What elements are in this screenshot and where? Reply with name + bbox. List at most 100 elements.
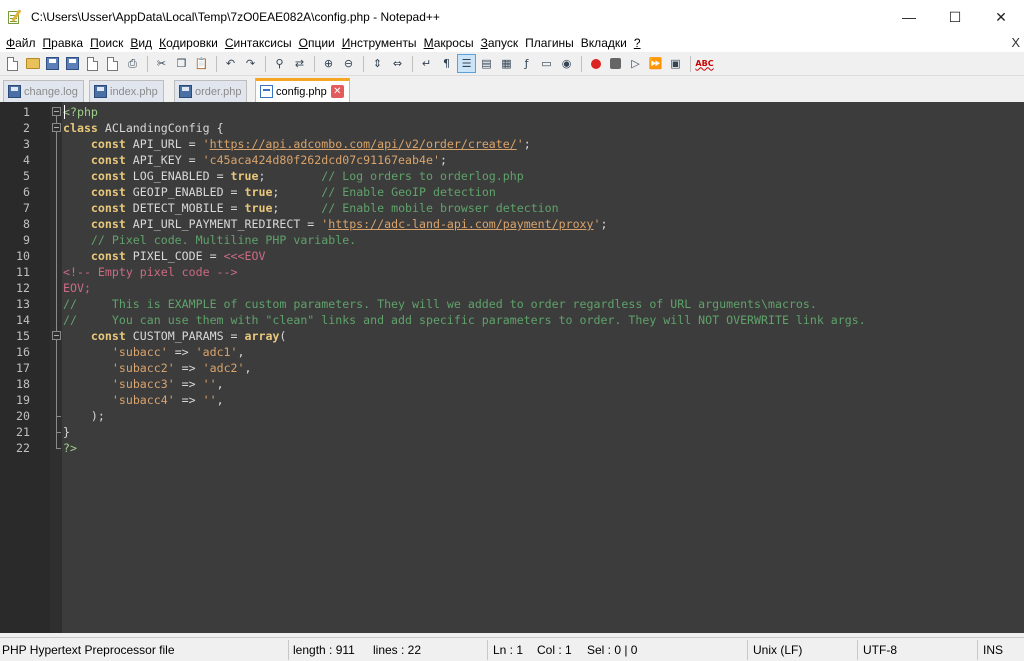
code-line[interactable]: } (63, 424, 70, 440)
code-line[interactable]: const PIXEL_CODE = <<<EOV (63, 248, 266, 264)
fold-end (56, 432, 61, 433)
menu-item[interactable]: ? (634, 36, 647, 50)
code-line[interactable]: const LOG_ENABLED = true; // Log orders … (63, 168, 524, 184)
spellcheck-icon[interactable]: ABC (695, 54, 714, 73)
save-icon[interactable] (43, 54, 62, 73)
tab-order-php[interactable]: order.php (174, 80, 248, 102)
save-macro-icon[interactable]: ▣ (666, 54, 685, 73)
line-number: 14 (16, 313, 30, 327)
line-number: 16 (16, 345, 30, 359)
stop-macro-icon[interactable] (606, 54, 625, 73)
tab-config-php[interactable]: config.php ✕ (255, 78, 350, 102)
sync-v-icon[interactable]: ⇕ (368, 54, 387, 73)
code-line[interactable]: ); (63, 408, 105, 424)
run-macro-multiple-icon[interactable]: ⏩ (646, 54, 665, 73)
code-area[interactable]: <?php class ACLandingConfig { const API_U… (62, 102, 1024, 633)
word-wrap-icon[interactable]: ↵ (417, 54, 436, 73)
zoom-in-icon[interactable]: ⊕ (319, 54, 338, 73)
doc-map-icon[interactable]: ▦ (497, 54, 516, 73)
menu-item[interactable]: Вкладки (581, 36, 633, 50)
code-line[interactable]: <!-- Empty pixel code --> (63, 264, 238, 280)
menu-item[interactable]: Плагины (525, 36, 580, 50)
replace-icon[interactable]: ⇄ (290, 54, 309, 73)
redo-icon[interactable]: ↷ (241, 54, 260, 73)
tab-index-php[interactable]: index.php (89, 80, 164, 102)
folder-workspace-icon[interactable]: ▭ (537, 54, 556, 73)
status-eol[interactable]: Unix (LF) (753, 641, 802, 659)
code-line[interactable]: 'subacc3' => '', (63, 376, 224, 392)
status-encoding[interactable]: UTF-8 (863, 641, 897, 659)
maximize-icon: ☐ (948, 8, 962, 25)
line-number: 11 (16, 265, 30, 279)
code-line[interactable]: const GEOIP_ENABLED = true; // Enable Ge… (63, 184, 496, 200)
close-all-icon[interactable] (103, 54, 122, 73)
line-number: 5 (23, 169, 30, 183)
tab-label: order.php (195, 85, 242, 98)
play-macro-icon[interactable]: ▷ (626, 54, 645, 73)
close-document-button[interactable]: X (1011, 35, 1020, 50)
code-line[interactable]: 'subacc2' => 'adc2', (63, 360, 252, 376)
record-macro-icon[interactable] (586, 54, 605, 73)
save-all-icon[interactable] (63, 54, 82, 73)
line-number: 3 (23, 137, 30, 151)
status-insert-mode[interactable]: INS (983, 641, 1003, 659)
menu-item[interactable]: Кодировки (159, 36, 224, 50)
file-icon (260, 85, 273, 98)
tab-change-log[interactable]: change.log (3, 80, 84, 102)
find-icon[interactable]: ⚲ (270, 54, 289, 73)
print-icon[interactable]: ⎙ (123, 54, 142, 73)
open-file-icon[interactable] (23, 54, 42, 73)
show-all-chars-icon[interactable]: ¶ (437, 54, 456, 73)
window-title: C:\Users\Usser\AppData\Local\Temp\7zO0EA… (31, 10, 440, 24)
fold-toggle-icon[interactable] (52, 107, 61, 116)
line-number: 21 (16, 425, 30, 439)
menu-item[interactable]: Опции (299, 36, 341, 50)
monitoring-icon[interactable]: ◉ (557, 54, 576, 73)
menu-item[interactable]: Файл (6, 36, 42, 50)
menu-item[interactable]: Синтаксисы (225, 36, 298, 50)
fold-toggle-icon[interactable] (52, 331, 61, 340)
code-line[interactable]: // This is EXAMPLE of custom parameters.… (63, 296, 817, 312)
code-line[interactable]: 'subacc4' => '', (63, 392, 224, 408)
line-number: 7 (23, 201, 30, 215)
paste-icon[interactable]: 📋 (192, 54, 211, 73)
menu-item[interactable]: Правка (43, 36, 90, 50)
close-icon[interactable] (83, 54, 102, 73)
menu-item[interactable]: Запуск (481, 36, 525, 50)
menu-item[interactable]: Макросы (424, 36, 480, 50)
tab-close-icon[interactable]: ✕ (330, 85, 344, 98)
menu-item[interactable]: Вид (130, 36, 158, 50)
code-line[interactable]: EOV; (63, 280, 91, 296)
minimize-button[interactable]: — (886, 0, 932, 34)
code-line[interactable]: <?php (63, 104, 98, 120)
code-line[interactable]: // You can use them with "clean" links a… (63, 312, 866, 328)
menu-item[interactable]: Инструменты (342, 36, 423, 50)
sync-h-icon[interactable]: ⇔ (388, 54, 407, 73)
udl-icon[interactable]: ▤ (477, 54, 496, 73)
status-bar: PHP Hypertext Preprocessor file length :… (0, 637, 1024, 661)
code-line[interactable]: const DETECT_MOBILE = true; // Enable mo… (63, 200, 559, 216)
indent-guide-icon[interactable]: ☰ (457, 54, 476, 73)
editor[interactable]: 1 2 3 4 5 6 7 8 9 10 11 12 13 14 15 16 17 18 19 20 21 22 <?ph… (0, 102, 1024, 633)
menu-item[interactable]: Поиск (90, 36, 129, 50)
fold-toggle-icon[interactable] (52, 123, 61, 132)
code-line[interactable]: // Pixel code. Multiline PHP variable. (63, 232, 356, 248)
code-line[interactable]: class ACLandingConfig { (63, 120, 224, 136)
code-line[interactable]: const API_URL_PAYMENT_REDIRECT = 'https:… (63, 216, 608, 232)
status-length: length : 911 (293, 643, 355, 657)
code-line[interactable]: const API_URL = 'https://api.adcombo.com… (63, 136, 531, 152)
code-line[interactable]: 'subacc' => 'adc1', (63, 344, 245, 360)
undo-icon[interactable]: ↶ (221, 54, 240, 73)
copy-icon[interactable]: ❐ (172, 54, 191, 73)
code-line[interactable]: ?> (63, 440, 77, 456)
function-list-icon[interactable]: ƒ (517, 54, 536, 73)
new-file-icon[interactable] (3, 54, 22, 73)
close-button[interactable]: ✕ (978, 0, 1024, 34)
code-line[interactable]: const CUSTOM_PARAMS = array( (63, 328, 286, 344)
code-line[interactable]: const API_KEY = 'c45aca424d80f262dcd07c9… (63, 152, 447, 168)
zoom-out-icon[interactable]: ⊖ (339, 54, 358, 73)
tab-label: config.php (276, 85, 327, 98)
cut-icon[interactable]: ✂ (152, 54, 171, 73)
line-number: 1 (23, 105, 30, 119)
maximize-button[interactable]: ☐ (932, 0, 978, 34)
